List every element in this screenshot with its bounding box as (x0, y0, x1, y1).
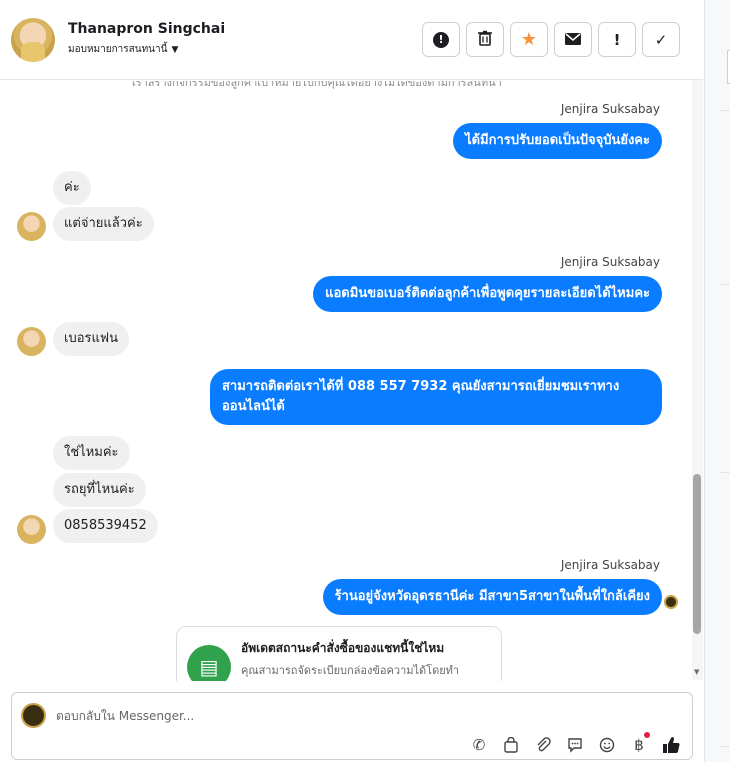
notification-dot (644, 732, 650, 738)
emoji-icon[interactable] (596, 734, 618, 756)
seen-avatar (664, 595, 678, 609)
trash-icon (478, 30, 492, 50)
sender-name: Jenjira Suksabay (560, 255, 660, 269)
divider (719, 746, 730, 747)
card-description: คุณสามารถจัดระเบียบกล่องข้อความได้โดยทำ (241, 664, 460, 677)
mark-spam-button[interactable]: ! (422, 22, 460, 57)
phone-plus-icon[interactable]: ✆ (468, 734, 490, 756)
contact-avatar-small[interactable] (17, 212, 46, 241)
sender-name: Jenjira Suksabay (560, 558, 660, 572)
outgoing-message[interactable]: ได้มีการปรับยอดเป็นปัจจุบันยังคะ (453, 123, 662, 159)
outgoing-message[interactable]: ร้านอยู่จังหวัดอุดรธานีค่ะ มีสาขา5สาขาใน… (322, 579, 662, 615)
sender-name: Jenjira Suksabay (560, 102, 660, 116)
outgoing-message[interactable]: สามารถติดต่อเราได้ที่ 088 557 7932 คุณยั… (210, 369, 662, 425)
card-title: อัพเดตสถานะคำสั่งซื้อของแชทนี้ใช่ไหม (241, 641, 445, 655)
divider (719, 472, 730, 473)
incoming-message[interactable]: แต่จ่ายแล้วค่ะ (53, 207, 154, 241)
divider (719, 284, 730, 285)
delete-button[interactable] (466, 22, 504, 57)
thread-scrollbar[interactable]: ▼ (692, 80, 703, 680)
exclamation-icon: ! (613, 30, 621, 49)
conversation-header: Thanapron Singchai มอบหมายการสนทนานี้ ▼ … (0, 0, 703, 80)
order-status-card[interactable]: ▤ อัพเดตสถานะคำสั่งซื้อของแชทนี้ใช่ไหม ค… (176, 626, 502, 681)
system-notice: เราสร้างกิจกรรมของลูกค้าเป้าหมายไปกับคุณ… (132, 81, 502, 89)
outgoing-message[interactable]: แอดมินขอเบอร์ติดต่อลูกค้าเพื่อพูดคุยรายล… (313, 276, 662, 312)
caret-down-icon: ▼ (171, 44, 179, 55)
shopping-bag-icon[interactable] (500, 734, 522, 756)
mark-done-button[interactable]: ✓ (642, 22, 680, 57)
scrollbar-thumb[interactable] (693, 474, 701, 634)
contact-avatar[interactable] (11, 18, 55, 62)
star-button[interactable]: ★ (510, 22, 548, 57)
reply-input[interactable] (56, 706, 616, 726)
assign-label: มอบหมายการสนทนานี้ (68, 44, 168, 55)
composer-tools: ✆ ฿ (468, 732, 682, 756)
chat-bubble-icon[interactable] (564, 734, 586, 756)
page-avatar (21, 703, 46, 728)
contact-avatar-small[interactable] (17, 515, 46, 544)
baht-icon[interactable]: ฿ (628, 732, 650, 756)
contact-avatar-small[interactable] (17, 327, 46, 356)
incoming-message[interactable]: รถยุที่ไหนค่ะ (53, 473, 146, 507)
check-icon: ✓ (654, 30, 668, 49)
alert-circle-icon: ! (433, 31, 449, 48)
assign-conversation-dropdown[interactable]: มอบหมายการสนทนานี้ ▼ (68, 42, 178, 57)
follow-up-button[interactable]: ! (598, 22, 636, 57)
paperclip-icon[interactable] (532, 734, 554, 756)
star-icon: ★ (520, 29, 538, 50)
thumbs-up-icon[interactable] (660, 734, 682, 756)
mail-icon (565, 31, 581, 49)
message-thread: เราสร้างกิจกรรมของลูกค้าเป้าหมายไปกับคุณ… (0, 81, 692, 681)
incoming-message[interactable]: เบอรแฟน (53, 322, 129, 356)
contact-name[interactable]: Thanapron Singchai (68, 21, 225, 37)
mark-unread-button[interactable] (554, 22, 592, 57)
incoming-message[interactable]: ใช่ไหมค่ะ (53, 436, 130, 470)
divider (719, 110, 730, 111)
incoming-message[interactable]: ค่ะ (53, 171, 91, 205)
scroll-down-arrow-icon[interactable]: ▼ (694, 668, 699, 676)
incoming-message[interactable]: 0858539452 (53, 509, 158, 543)
message-composer: ✆ ฿ (11, 692, 693, 760)
contact-details-panel (704, 0, 730, 762)
conversation-toolbar: ! ★ ! ✓ (422, 22, 680, 57)
receipt-icon: ▤ (187, 645, 231, 681)
